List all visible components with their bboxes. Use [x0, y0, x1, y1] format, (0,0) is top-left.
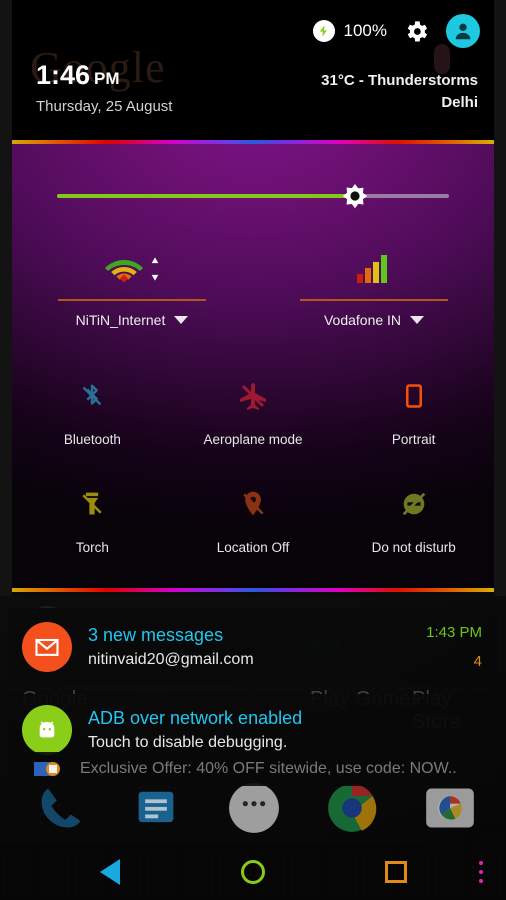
battery-status[interactable]: 100% — [312, 20, 387, 42]
notification-time: 1:43 PM — [426, 624, 482, 641]
notification-promo-row: Exclusive Offer: 40% OFF sitewide, use c… — [8, 756, 498, 782]
back-triangle-icon — [100, 859, 120, 885]
notification-meta: 1:43 PM 4 — [426, 624, 482, 670]
dock-phone-icon[interactable] — [34, 782, 86, 834]
notification-subtitle: Touch to disable debugging. — [88, 734, 288, 751]
tile-label: Bluetooth — [63, 432, 121, 447]
do-not-disturb-icon — [399, 484, 429, 524]
wifi-underline — [58, 299, 206, 301]
notification-promo[interactable]: Exclusive Offer: 40% OFF sitewide, use c… — [8, 752, 498, 786]
rainbow-divider-bottom — [12, 588, 494, 592]
airplane-off-icon — [237, 376, 269, 416]
tile-location[interactable]: Location Off — [173, 470, 334, 578]
shade-header: Google 100% 1:46 PM Thursday, 25 August … — [12, 0, 494, 140]
weather-city: Delhi — [441, 94, 478, 111]
notification-promo-text: Exclusive Offer: 40% OFF sitewide, use c… — [80, 760, 457, 777]
dock-chrome-icon[interactable] — [326, 782, 378, 834]
charging-bolt-icon — [312, 20, 335, 42]
gmail-icon — [22, 622, 72, 672]
weather-conditions: 31°C - Thunderstorms — [321, 72, 478, 89]
notification-subtitle: nitinvaid20@gmail.com — [88, 651, 254, 668]
clock-block[interactable]: 1:46 PM Thursday, 25 August — [36, 62, 173, 116]
clock-time-value: 1:46 — [36, 60, 91, 90]
wifi-signal-icon — [42, 249, 222, 289]
quick-settings-shade: Google 100% 1:46 PM Thursday, 25 August … — [0, 0, 506, 596]
flashlight-off-icon — [78, 484, 106, 524]
connection-row: NiTiN_Internet Vodafone IN — [12, 249, 494, 334]
promo-app-icon — [34, 756, 60, 782]
screen-rotation-icon — [402, 376, 426, 416]
tile-label: Location Off — [216, 540, 290, 555]
location-off-icon — [239, 484, 267, 524]
clock-ampm: PM — [94, 69, 120, 88]
notification-text: 3 new messages nitinvaid20@gmail.com — [88, 625, 426, 669]
back-button[interactable] — [78, 844, 142, 900]
tile-label: Torch — [75, 540, 109, 555]
carrier-label: Vodafone IN — [323, 312, 402, 328]
tile-bluetooth[interactable]: Bluetooth — [12, 362, 173, 470]
clock-date: Thursday, 25 August — [36, 98, 173, 115]
home-button[interactable] — [221, 844, 285, 900]
wifi-activity-arrows — [151, 257, 159, 281]
recents-square-icon — [385, 861, 407, 883]
ghost-mic-icon — [434, 44, 450, 74]
tile-label: Portrait — [391, 432, 436, 447]
gear-icon[interactable] — [403, 18, 430, 45]
overflow-menu-icon — [479, 861, 483, 883]
dock — [0, 782, 506, 844]
dock-messages-icon[interactable] — [130, 782, 182, 834]
cellular-underline — [300, 299, 448, 301]
android-head-icon — [22, 705, 72, 755]
notification-count: 4 — [473, 653, 482, 670]
home-circle-icon — [241, 860, 265, 884]
cellular-tile[interactable]: Vodafone IN — [284, 249, 464, 328]
tile-portrait[interactable]: Portrait — [333, 362, 494, 470]
header-status-icons: 100% — [312, 14, 480, 48]
chevron-down-icon[interactable] — [174, 316, 189, 324]
tile-row-2: Torch Location Off Do not disturb — [12, 470, 494, 578]
quick-settings-body: NiTiN_Internet Vodafone IN Bluetooth Aer… — [12, 144, 494, 588]
wifi-ssid-label: NiTiN_Internet — [75, 312, 166, 328]
tile-label: Do not disturb — [371, 540, 456, 555]
wifi-label-row[interactable]: NiTiN_Internet — [42, 312, 222, 328]
brightness-sun-icon[interactable] — [337, 178, 373, 214]
tile-label: Aeroplane mode — [203, 432, 303, 447]
battery-percent-label: 100% — [343, 21, 387, 40]
tile-dnd[interactable]: Do not disturb — [333, 470, 494, 578]
tile-torch[interactable]: Torch — [12, 470, 173, 578]
brightness-slider[interactable] — [57, 184, 449, 209]
navigation-bar — [0, 844, 506, 900]
chevron-down-icon[interactable] — [410, 316, 425, 324]
device-screen: Google Play Games Play Store — [0, 0, 506, 900]
cellular-bars-icon — [284, 249, 464, 289]
notification-text: ADB over network enabled Touch to disabl… — [88, 708, 498, 752]
tile-row-1: Bluetooth Aeroplane mode Portrait — [12, 362, 494, 470]
clock-time: 1:46 PM — [36, 62, 172, 89]
cellular-label-row[interactable]: Vodafone IN — [284, 312, 464, 328]
overflow-menu-button[interactable] — [466, 844, 496, 900]
wifi-tile[interactable]: NiTiN_Internet — [42, 249, 222, 328]
weather-block[interactable]: 31°C - Thunderstorms Delhi — [321, 72, 478, 111]
bluetooth-off-icon — [77, 376, 107, 416]
notification-title: 3 new messages — [88, 625, 224, 645]
user-avatar-icon[interactable] — [446, 14, 480, 48]
quick-settings-tiles: Bluetooth Aeroplane mode Portrait Torch … — [12, 362, 494, 578]
notification-gmail[interactable]: 3 new messages nitinvaid20@gmail.com 1:4… — [8, 608, 498, 686]
dock-app-drawer-icon[interactable] — [228, 782, 280, 834]
tile-aeroplane[interactable]: Aeroplane mode — [173, 362, 334, 470]
recents-button[interactable] — [364, 844, 428, 900]
notification-title: ADB over network enabled — [88, 708, 303, 728]
brightness-fill — [57, 194, 355, 198]
dock-camera-icon[interactable] — [424, 782, 476, 834]
